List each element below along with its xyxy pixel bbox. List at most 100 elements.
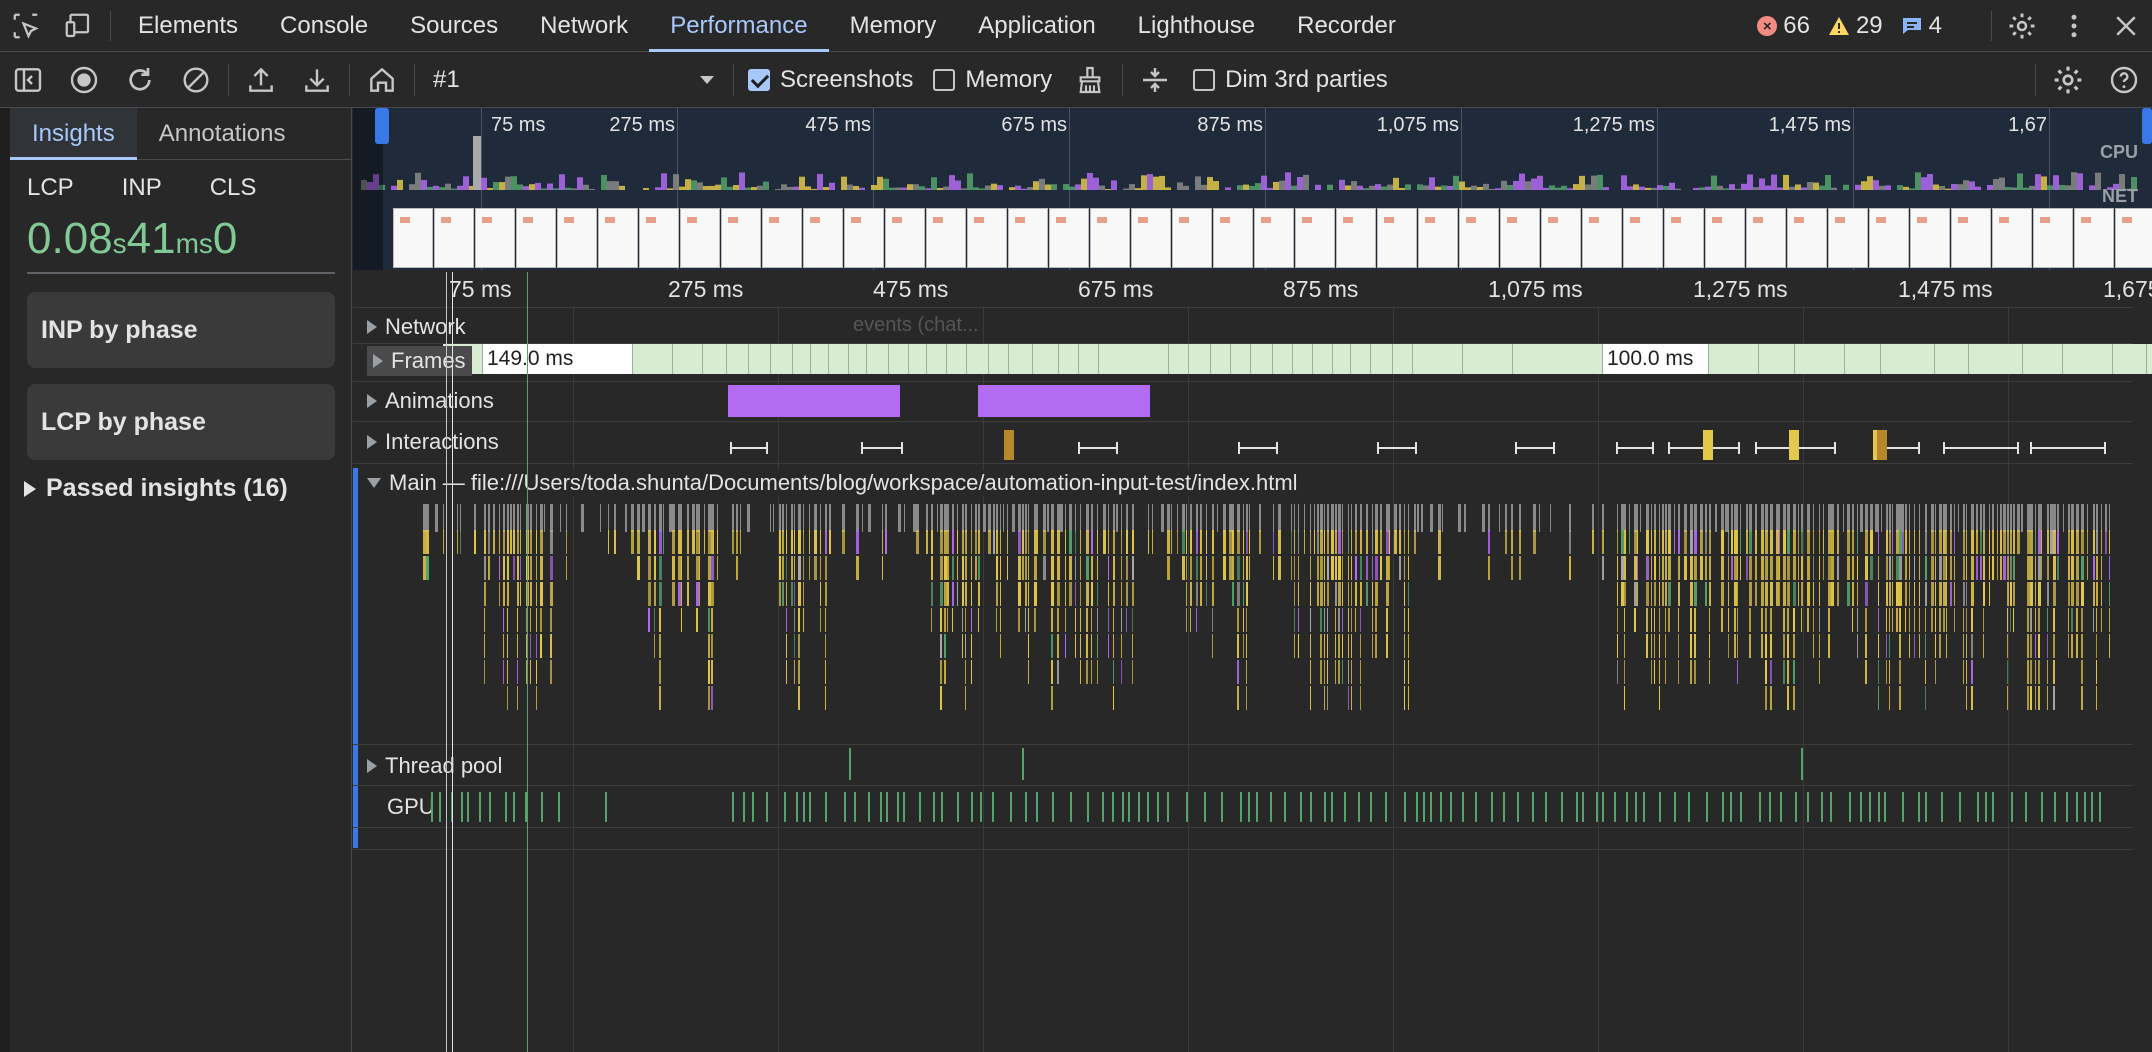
flame-task[interactable] xyxy=(1360,504,1362,532)
gpu-event[interactable] xyxy=(825,792,827,822)
flame-call[interactable] xyxy=(530,582,532,606)
flame-call[interactable] xyxy=(530,608,531,632)
gpu-event[interactable] xyxy=(1204,792,1206,822)
flame-call[interactable] xyxy=(2071,530,2074,554)
flame-call[interactable] xyxy=(1018,556,1021,580)
flame-task[interactable] xyxy=(708,504,711,532)
flame-task[interactable] xyxy=(1086,504,1089,532)
frames-track-header[interactable]: Frames xyxy=(367,346,472,376)
flame-call[interactable] xyxy=(2071,556,2074,580)
flame-task[interactable] xyxy=(1807,504,1810,532)
flame-call[interactable] xyxy=(1342,556,1343,580)
flame-call[interactable] xyxy=(1737,582,1738,606)
flame-call[interactable] xyxy=(1737,634,1738,658)
flame-task[interactable] xyxy=(637,504,640,532)
flame-call[interactable] xyxy=(1925,660,1926,684)
flame-call[interactable] xyxy=(1954,556,1955,580)
gpu-event[interactable] xyxy=(1102,792,1104,822)
flame-call[interactable] xyxy=(1335,634,1336,658)
flame-call[interactable] xyxy=(711,634,713,658)
flame-call[interactable] xyxy=(1317,582,1319,606)
frame-block[interactable] xyxy=(1313,344,1333,374)
flame-call[interactable] xyxy=(654,582,656,606)
gpu-event[interactable] xyxy=(1475,792,1477,822)
flame-call[interactable] xyxy=(1755,556,1757,580)
screenshot-thumbnail[interactable] xyxy=(967,208,1007,268)
flame-call[interactable] xyxy=(2035,582,2036,606)
flame-call[interactable] xyxy=(536,530,537,554)
flame-call[interactable] xyxy=(1065,634,1066,658)
flame-call[interactable] xyxy=(1408,634,1409,658)
flame-call[interactable] xyxy=(1132,530,1134,554)
flame-call[interactable] xyxy=(957,556,958,580)
flame-call[interactable] xyxy=(2038,582,2041,606)
flame-task[interactable] xyxy=(1765,504,1768,532)
flame-call[interactable] xyxy=(1327,530,1329,554)
flame-call[interactable] xyxy=(1690,582,1693,606)
flame-call[interactable] xyxy=(1902,530,1904,554)
flame-call[interactable] xyxy=(1787,608,1789,632)
flame-call[interactable] xyxy=(1331,530,1334,554)
flame-call[interactable] xyxy=(1132,634,1133,658)
flame-call[interactable] xyxy=(1190,608,1191,632)
flame-call[interactable] xyxy=(2101,556,2102,580)
flame-task[interactable] xyxy=(1028,504,1029,532)
frame-block[interactable] xyxy=(1273,344,1293,374)
gpu-event[interactable] xyxy=(1167,792,1169,822)
flame-task[interactable] xyxy=(1662,504,1664,532)
flame-call[interactable] xyxy=(2096,686,2097,710)
flame-call[interactable] xyxy=(1776,530,1779,554)
gpu-event[interactable] xyxy=(880,792,882,822)
flame-call[interactable] xyxy=(1828,582,1831,606)
flame-call[interactable] xyxy=(1327,556,1329,580)
flame-task[interactable] xyxy=(2003,504,2006,532)
flame-call[interactable] xyxy=(1348,686,1349,710)
flame-task[interactable] xyxy=(791,504,793,532)
frame-block[interactable] xyxy=(1333,344,1351,374)
gpu-event[interactable] xyxy=(980,792,982,822)
flame-call[interactable] xyxy=(2007,608,2008,632)
flame-task[interactable] xyxy=(1621,504,1624,532)
gpu-event[interactable] xyxy=(1878,792,1880,822)
main-thread-header[interactable]: Main — file:///Users/toda.shunta/Documen… xyxy=(367,470,1302,496)
flame-call[interactable] xyxy=(1617,660,1618,684)
flame-call[interactable] xyxy=(1304,530,1305,554)
flame-call[interactable] xyxy=(1946,556,1947,580)
flame-call[interactable] xyxy=(2035,608,2036,632)
flame-task[interactable] xyxy=(1831,504,1834,532)
flame-task[interactable] xyxy=(1740,504,1741,532)
screenshot-thumbnail[interactable] xyxy=(598,208,638,268)
flame-call[interactable] xyxy=(1069,530,1072,554)
flame-call[interactable] xyxy=(1694,660,1696,684)
flame-task[interactable] xyxy=(1126,504,1128,532)
flame-call[interactable] xyxy=(704,530,705,554)
flame-call[interactable] xyxy=(1028,582,1029,606)
flame-call[interactable] xyxy=(1966,660,1967,684)
flame-task[interactable] xyxy=(1380,504,1382,532)
flame-call[interactable] xyxy=(1025,608,1026,632)
flame-call[interactable] xyxy=(1819,608,1820,632)
flame-call[interactable] xyxy=(2013,582,2015,606)
flame-task[interactable] xyxy=(1152,504,1153,532)
flame-call[interactable] xyxy=(711,582,714,606)
gpu-event[interactable] xyxy=(1138,792,1140,822)
flame-call[interactable] xyxy=(2068,556,2070,580)
flame-call[interactable] xyxy=(510,530,512,554)
flame-call[interactable] xyxy=(550,608,552,632)
flame-call[interactable] xyxy=(2093,608,2094,632)
flame-call[interactable] xyxy=(659,686,661,710)
gpu-event[interactable] xyxy=(732,792,734,822)
flame-call[interactable] xyxy=(1946,608,1947,632)
flame-task[interactable] xyxy=(663,504,664,532)
flame-call[interactable] xyxy=(829,530,831,554)
lcp-by-phase-card[interactable]: LCP by phase xyxy=(27,384,335,460)
flame-call[interactable] xyxy=(931,556,933,580)
flame-call[interactable] xyxy=(1351,634,1352,658)
flame-call[interactable] xyxy=(499,530,500,554)
flame-call[interactable] xyxy=(1372,530,1373,554)
flame-call[interactable] xyxy=(2076,556,2079,580)
flame-call[interactable] xyxy=(2068,582,2070,606)
frame-block[interactable] xyxy=(889,344,909,374)
gpu-event[interactable] xyxy=(752,792,754,822)
flame-task[interactable] xyxy=(1458,504,1461,532)
